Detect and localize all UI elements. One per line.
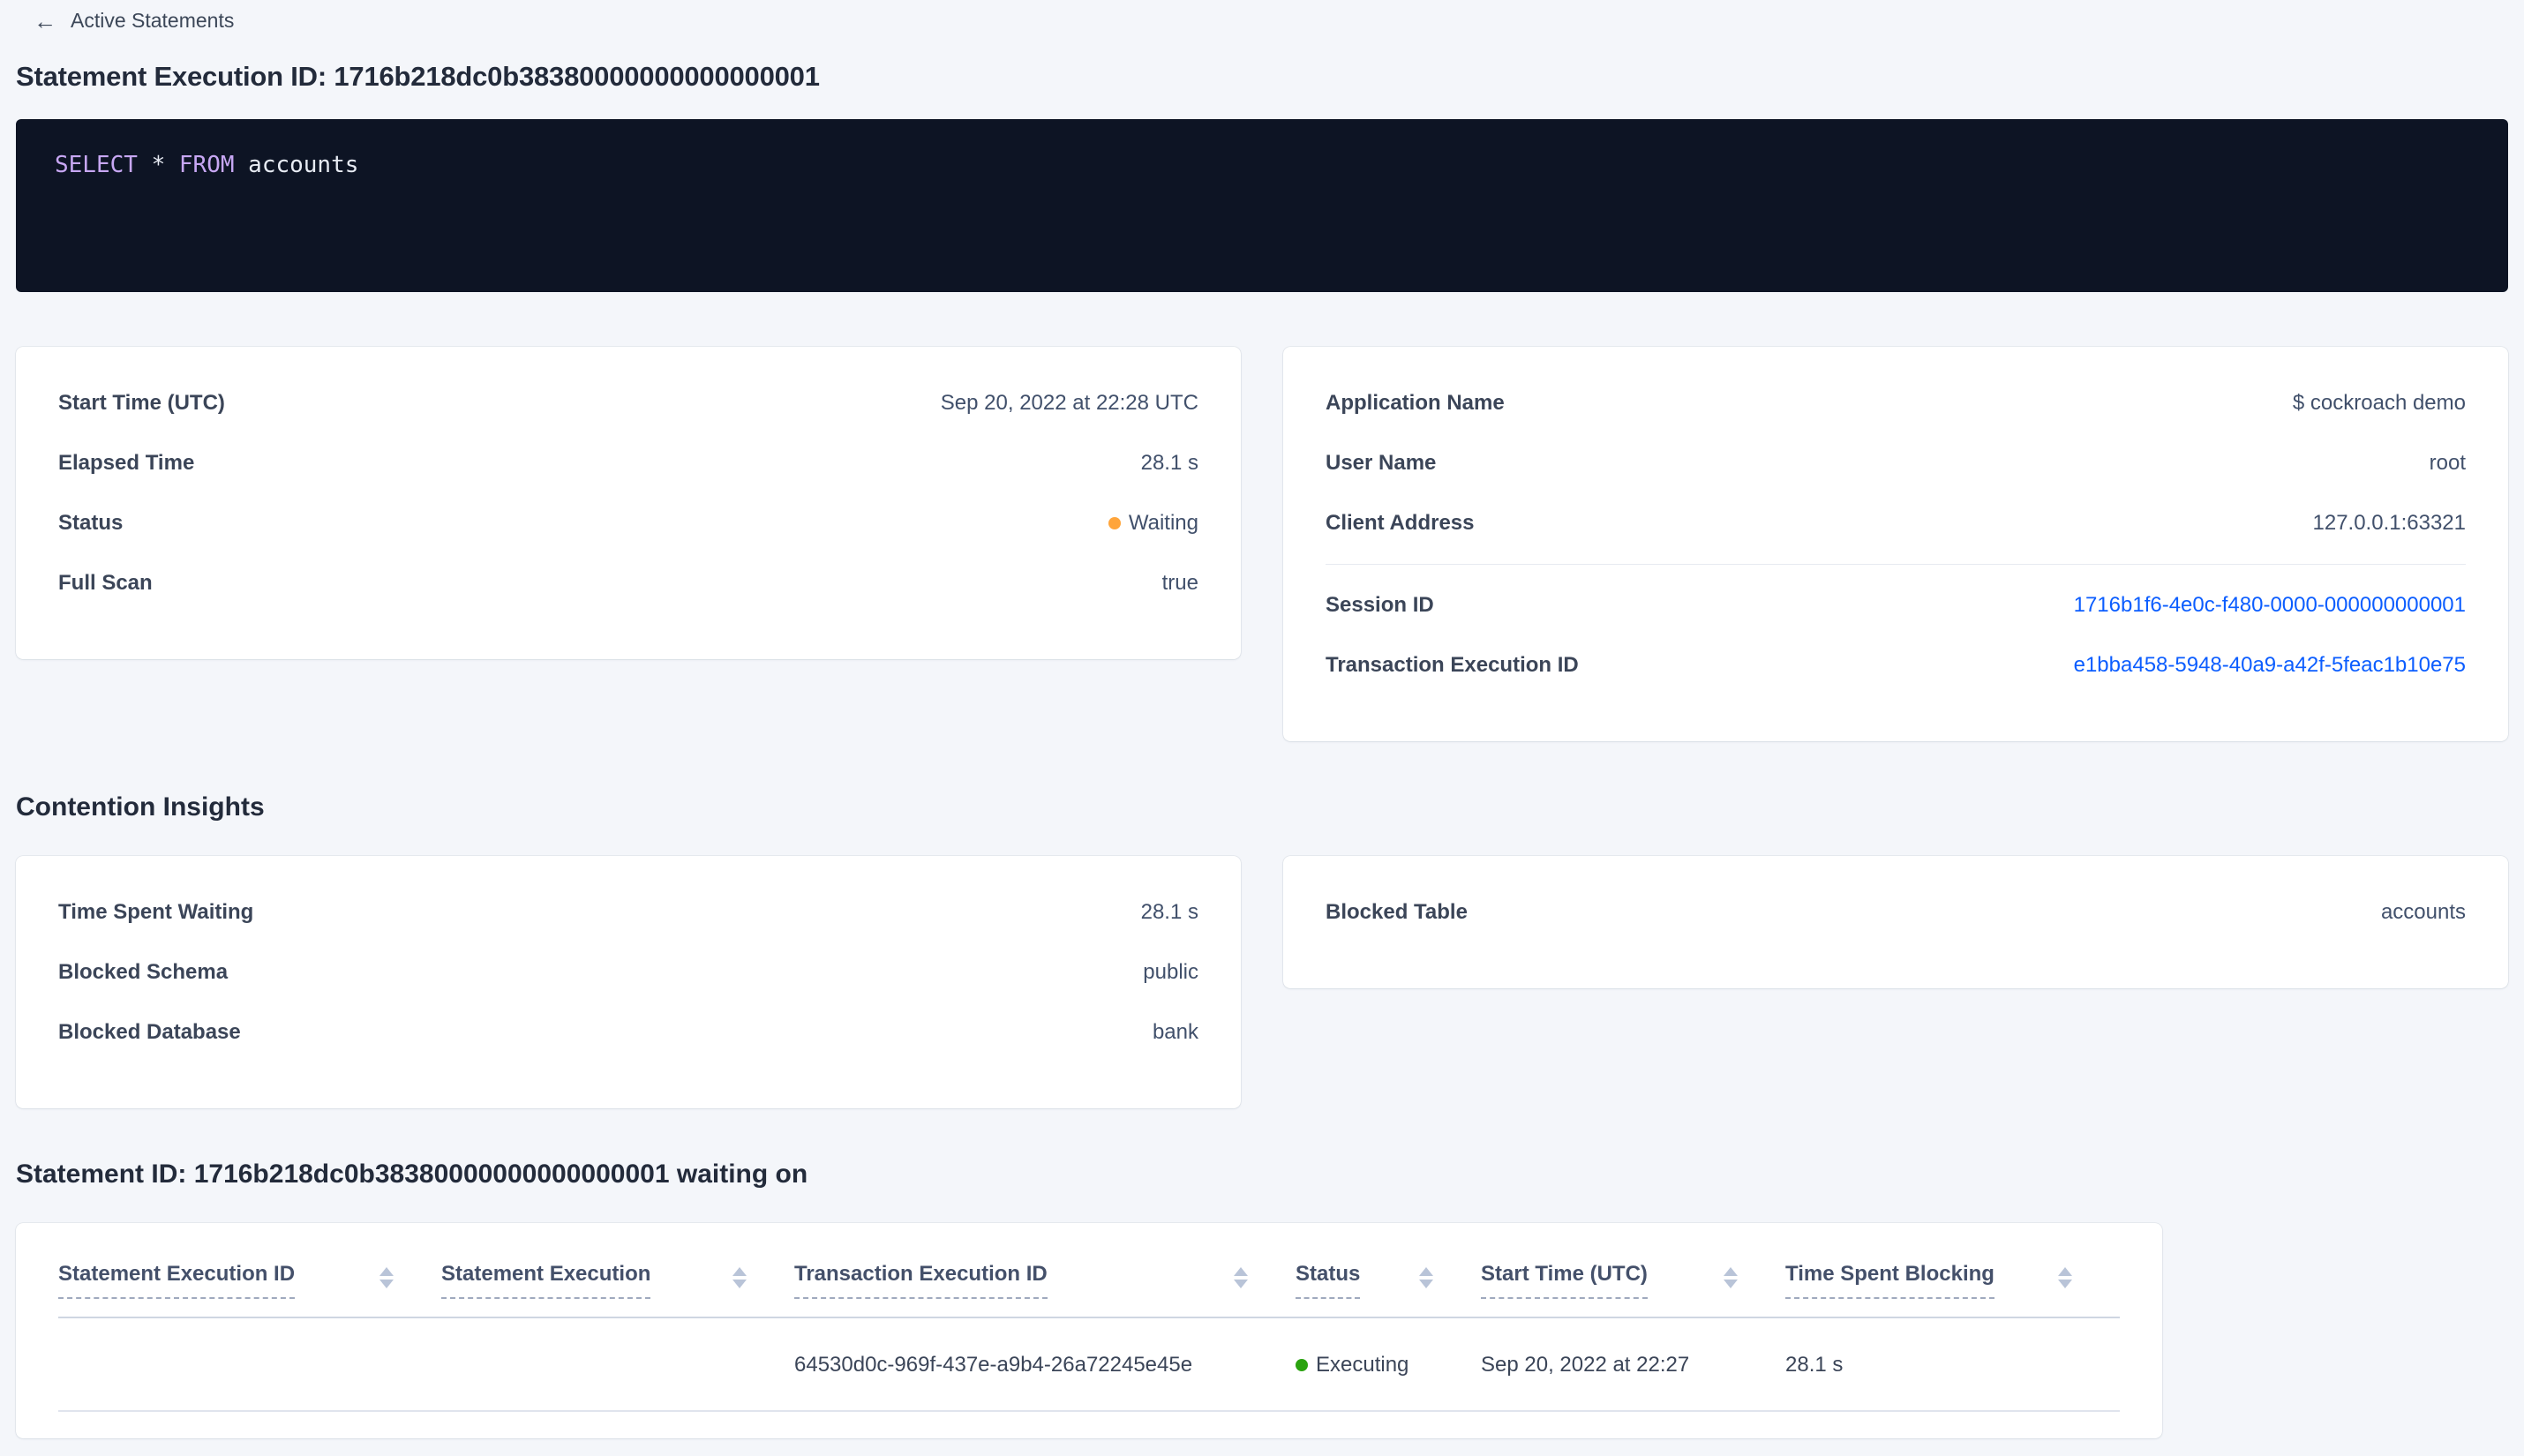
column-header-statement-execution-id: Statement Execution ID — [58, 1262, 441, 1317]
table-row: 64530d0c-969f-437e-a9b4-26a72245e45e Exe… — [58, 1318, 2120, 1412]
detail-row-client-address: Client Address 127.0.0.1:63321 — [1326, 493, 2466, 553]
application-name-label: Application Name — [1326, 391, 1505, 415]
contention-cards-row: Time Spent Waiting 28.1 s Blocked Schema… — [16, 856, 2508, 1108]
time-spent-waiting-label: Time Spent Waiting — [58, 900, 254, 924]
blocked-schema-value: public — [1143, 960, 1198, 984]
sql-statement-text: SELECT * FROM accounts — [55, 152, 358, 178]
cell-statement-execution — [441, 1318, 794, 1410]
details-cards-row: Start Time (UTC) Sep 20, 2022 at 22:28 U… — [16, 347, 2508, 741]
detail-row-user-name: User Name root — [1326, 433, 2466, 493]
detail-row-transaction-execution-id: Transaction Execution ID e1bba458-5948-4… — [1326, 635, 2466, 695]
sort-icon[interactable] — [732, 1262, 747, 1288]
elapsed-time-value: 28.1 s — [1140, 451, 1198, 475]
column-header-transaction-execution-id: Transaction Execution ID — [794, 1262, 1296, 1317]
user-name-label: User Name — [1326, 451, 1437, 475]
start-time-label: Start Time (UTC) — [58, 391, 225, 415]
transaction-execution-id-label: Transaction Execution ID — [1326, 653, 1579, 677]
application-name-value: $ cockroach demo — [2292, 391, 2466, 415]
detail-row-status: Status Waiting — [58, 493, 1198, 553]
statement-execution-id-header-label[interactable]: Statement Execution ID — [58, 1262, 296, 1299]
full-scan-value: true — [1161, 571, 1198, 595]
transaction-execution-id-link[interactable]: e1bba458-5948-40a9-a42f-5feac1b10e75 — [2074, 653, 2466, 677]
blocked-database-value: bank — [1152, 1020, 1198, 1044]
blocked-schema-label: Blocked Schema — [58, 960, 229, 984]
waiting-status-dot-icon — [1108, 517, 1121, 529]
session-id-link[interactable]: 1716b1f6-4e0c-f480-0000-000000000001 — [2074, 593, 2466, 617]
blocked-table-label: Blocked Table — [1326, 900, 1468, 924]
sql-keyword-from: FROM — [178, 152, 235, 178]
time-spent-blocking-header-label[interactable]: Time Spent Blocking — [1785, 1262, 1994, 1299]
waiting-on-table-header: Statement Execution ID Statement Executi… — [58, 1262, 2120, 1318]
sort-icon[interactable] — [1419, 1262, 1433, 1288]
detail-row-start-time: Start Time (UTC) Sep 20, 2022 at 22:28 U… — [58, 373, 1198, 433]
breadcrumb-back-active-statements[interactable]: ← Active Statements — [16, 7, 2508, 33]
cell-statement-execution-id — [58, 1318, 441, 1410]
statement-execution-header-label[interactable]: Statement Execution — [441, 1262, 651, 1299]
detail-row-application-name: Application Name $ cockroach demo — [1326, 373, 2466, 433]
sort-icon[interactable] — [2058, 1262, 2072, 1288]
detail-row-elapsed-time: Elapsed Time 28.1 s — [58, 433, 1198, 493]
transaction-execution-id-header-label[interactable]: Transaction Execution ID — [794, 1262, 1048, 1299]
column-header-statement-execution: Statement Execution — [441, 1262, 794, 1317]
statement-details-card: Start Time (UTC) Sep 20, 2022 at 22:28 U… — [16, 347, 1241, 659]
sql-statement-box: SELECT * FROM accounts — [16, 119, 2508, 292]
client-address-value: 127.0.0.1:63321 — [2312, 511, 2467, 535]
contention-insights-heading: Contention Insights — [16, 792, 265, 822]
contention-right-card: Blocked Table accounts — [1283, 856, 2508, 988]
detail-row-blocked-schema: Blocked Schema public — [58, 942, 1198, 1002]
status-header-label[interactable]: Status — [1296, 1262, 1361, 1299]
sql-keyword-select: SELECT — [55, 152, 138, 178]
cell-status: Executing — [1296, 1318, 1481, 1410]
sort-icon[interactable] — [1724, 1262, 1738, 1288]
session-id-label: Session ID — [1326, 593, 1434, 617]
sort-icon[interactable] — [379, 1262, 394, 1288]
cell-start-time: Sep 20, 2022 at 22:27 — [1481, 1353, 1690, 1377]
page-title: Statement Execution ID: 1716b218dc0b3838… — [16, 61, 820, 92]
active-statement-details-page: ← Active Statements Statement Execution … — [0, 0, 2524, 1438]
blocked-table-value: accounts — [2380, 900, 2466, 924]
blocked-database-label: Blocked Database — [58, 1020, 241, 1044]
breadcrumb-label: Active Statements — [71, 9, 235, 32]
sql-plain-table: accounts — [234, 152, 359, 178]
detail-row-blocked-database: Blocked Database bank — [58, 1002, 1198, 1062]
contention-left-card: Time Spent Waiting 28.1 s Blocked Schema… — [16, 856, 1241, 1108]
start-time-value: Sep 20, 2022 at 22:28 UTC — [940, 391, 1198, 415]
user-name-value: root — [2429, 451, 2466, 475]
waiting-on-table: Statement Execution ID Statement Executi… — [16, 1223, 2162, 1438]
full-scan-label: Full Scan — [58, 571, 153, 595]
session-details-card: Application Name $ cockroach demo User N… — [1283, 347, 2508, 741]
status-label: Status — [58, 511, 124, 535]
sql-plain-star: * — [137, 152, 179, 178]
elapsed-time-label: Elapsed Time — [58, 451, 195, 475]
sort-icon[interactable] — [1234, 1262, 1248, 1288]
executing-status-badge: Executing — [1316, 1353, 1409, 1377]
status-value: Waiting — [1108, 508, 1198, 538]
client-address-label: Client Address — [1326, 511, 1475, 535]
time-spent-waiting-value: 28.1 s — [1140, 900, 1198, 924]
start-time-header-label[interactable]: Start Time (UTC) — [1481, 1262, 1648, 1299]
executing-status-dot-icon — [1296, 1359, 1308, 1371]
cell-transaction-execution-id: 64530d0c-969f-437e-a9b4-26a72245e45e — [794, 1353, 1193, 1377]
waiting-on-heading: Statement ID: 1716b218dc0b38380000000000… — [16, 1160, 808, 1189]
detail-row-blocked-table: Blocked Table accounts — [1326, 882, 2466, 942]
detail-row-time-spent-waiting: Time Spent Waiting 28.1 s — [58, 882, 1198, 942]
column-header-time-spent-blocking: Time Spent Blocking — [1785, 1262, 2120, 1317]
status-badge: Waiting — [1128, 511, 1198, 535]
card-divider — [1326, 564, 2466, 565]
column-header-status: Status — [1296, 1262, 1481, 1317]
column-header-start-time: Start Time (UTC) — [1481, 1262, 1785, 1317]
detail-row-session-id: Session ID 1716b1f6-4e0c-f480-0000-00000… — [1326, 575, 2466, 635]
cell-time-spent-blocking: 28.1 s — [1785, 1353, 1844, 1377]
arrow-left-icon: ← — [34, 7, 56, 34]
detail-row-full-scan: Full Scan true — [58, 553, 1198, 613]
